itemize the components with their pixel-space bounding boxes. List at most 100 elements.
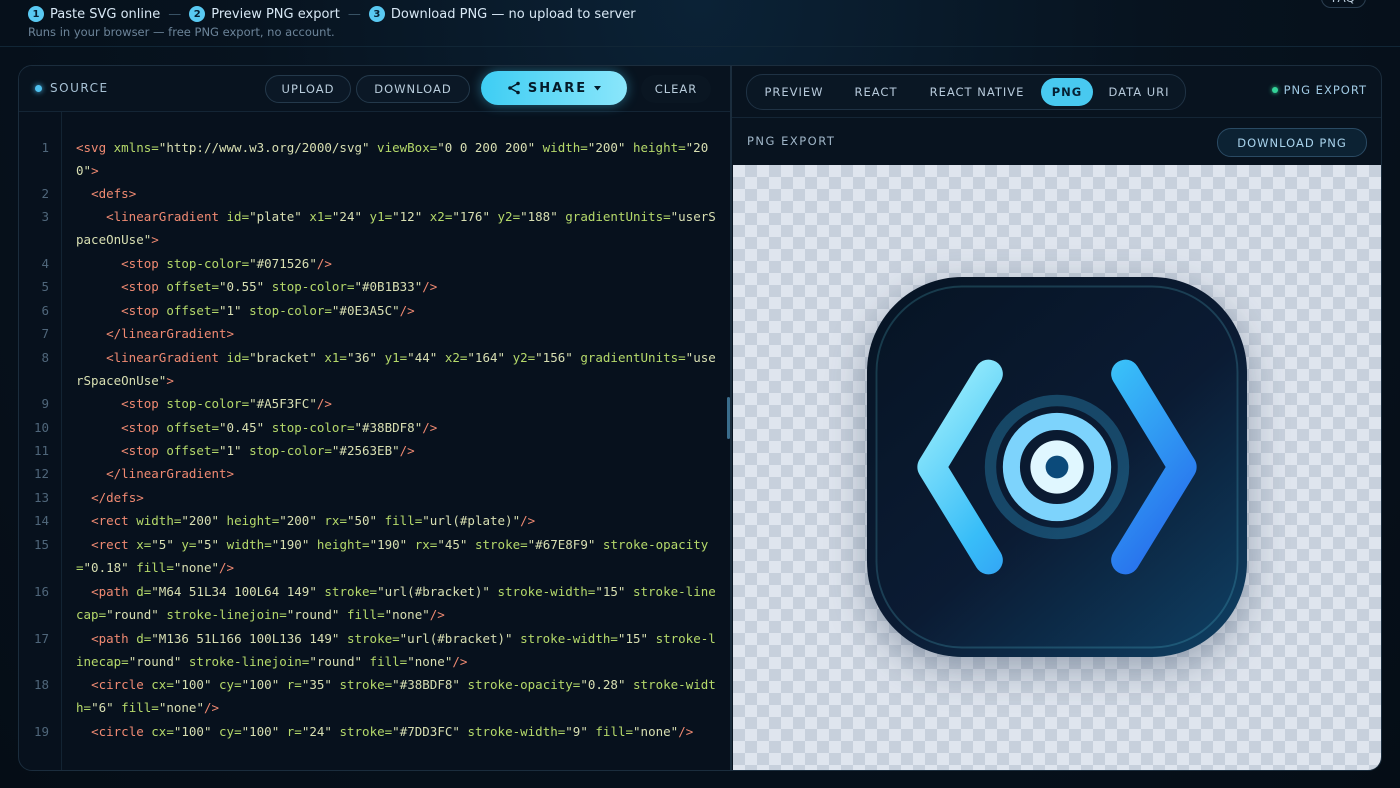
code-token: y1= xyxy=(384,350,408,365)
code-token: stop-color= xyxy=(166,256,250,271)
code-token: "5" xyxy=(151,537,174,552)
code-token: "9" xyxy=(565,724,588,739)
preview-panel: PREVIEW REACT REACT NATIVE PNG DATA URI PNG … xyxy=(731,65,1382,771)
code-token: <svg xyxy=(76,140,114,155)
step-number: 1 xyxy=(28,6,44,22)
code-token: stop-color= xyxy=(271,420,355,435)
code-token: rx= xyxy=(324,513,347,528)
code-token: "0 0 200 200" xyxy=(437,140,536,155)
code-token: <stop xyxy=(121,420,167,435)
code-token: "100" xyxy=(241,724,280,739)
code-token: cy= xyxy=(219,724,242,739)
code-token: d= xyxy=(136,584,152,599)
code-token: fill= xyxy=(136,560,174,576)
tab-preview[interactable]: PREVIEW xyxy=(751,78,837,106)
code-token: viewBox= xyxy=(377,140,438,155)
code-token: "M136 51L166 100L136 149" xyxy=(151,631,340,646)
line-number: 1 xyxy=(41,140,49,155)
code-token: "#7DD3FC" xyxy=(392,724,460,739)
page-subtitle: Runs in your browser — free PNG export, … xyxy=(28,25,335,39)
code-token: "15" xyxy=(617,631,649,646)
code-token: x1= xyxy=(309,209,332,224)
share-button[interactable]: SHARE xyxy=(481,71,627,105)
code-token: rx= xyxy=(414,537,438,552)
line-number: 3 xyxy=(41,209,49,224)
upload-button[interactable]: UPLOAD xyxy=(265,75,351,103)
code-token: </defs> xyxy=(91,490,144,505)
code-token: "100" xyxy=(241,677,280,692)
code-line: <path d="M136 51L166 100L136 149" stroke… xyxy=(76,627,716,674)
line-number: 7 xyxy=(41,326,49,341)
step-1: 1 Paste SVG online xyxy=(28,6,160,22)
code-line: <rect x="5" y="5" width="190" height="19… xyxy=(76,533,716,580)
code-line: <circle cx="100" cy="100" r="24" stroke=… xyxy=(76,720,716,743)
status-dot-icon xyxy=(35,84,42,92)
code-token: "none" xyxy=(384,607,430,623)
download-png-button[interactable]: DOWNLOAD PNG xyxy=(1217,128,1367,157)
code-token: height= xyxy=(226,513,280,528)
code-token: stroke-width= xyxy=(497,584,596,599)
code-token: "176" xyxy=(452,209,490,224)
code-token: "45" xyxy=(437,537,468,552)
code-token: "50" xyxy=(346,513,378,528)
tab-react-native[interactable]: REACT NATIVE xyxy=(919,78,1035,106)
code-token: <stop xyxy=(121,256,167,271)
chevron-down-icon xyxy=(594,85,602,90)
png-export-header: PNG EXPORT DOWNLOAD PNG xyxy=(732,117,1381,166)
code-token: /> xyxy=(219,560,235,576)
code-token: "none" xyxy=(407,654,453,670)
code-token: <path xyxy=(91,631,137,646)
code-line: <path d="M64 51L34 100L64 149" stroke="u… xyxy=(76,580,716,627)
code-token: offset= xyxy=(166,303,219,318)
line-number: 6 xyxy=(41,303,49,318)
code-token: cy= xyxy=(219,677,242,692)
code-token: "44" xyxy=(407,350,438,365)
code-token: /> xyxy=(316,256,332,271)
code-editor[interactable]: 1 <svg xmlns="http://www.w3.org/2000/svg"… xyxy=(19,112,730,770)
code-line: <svg xmlns="http://www.w3.org/2000/svg" … xyxy=(76,136,716,183)
step-separator: — xyxy=(347,6,361,22)
code-token: "none" xyxy=(633,724,679,739)
tab-react[interactable]: REACT xyxy=(839,78,913,106)
code-token: "round" xyxy=(286,607,340,623)
step-label: Paste SVG online xyxy=(50,6,161,22)
code-token: y1= xyxy=(369,209,393,224)
code-line: <stop stop-color="#071526"/> xyxy=(76,252,716,275)
code-token: "url(#bracket)" xyxy=(377,584,490,599)
code-token: "#0B1B33" xyxy=(354,279,423,294)
code-token: "#38BDF8" xyxy=(392,677,460,692)
code-token: "36" xyxy=(346,350,378,365)
faq-link[interactable]: FAQ xyxy=(1320,0,1366,8)
tab-data-uri[interactable]: DATA URI xyxy=(1097,78,1181,106)
tab-png[interactable]: PNG xyxy=(1041,78,1093,106)
code-token: "188" xyxy=(520,209,558,224)
code-token: "M64 51L34 100L64 149" xyxy=(151,584,317,599)
code-token: "http://www.w3.org/2000/svg" xyxy=(158,140,370,155)
download-button[interactable]: DOWNLOAD xyxy=(356,75,470,103)
code-token: offset= xyxy=(166,443,219,458)
clear-button[interactable]: CLEAR xyxy=(641,75,711,103)
code-token: "200" xyxy=(587,140,626,155)
line-number: 16 xyxy=(33,584,49,599)
code-line: <stop offset="0.45" stop-color="#38BDF8"… xyxy=(76,416,716,439)
panel-resize-handle[interactable] xyxy=(727,397,730,439)
code-token: y= xyxy=(181,537,197,552)
code-token: "190" xyxy=(271,537,310,552)
